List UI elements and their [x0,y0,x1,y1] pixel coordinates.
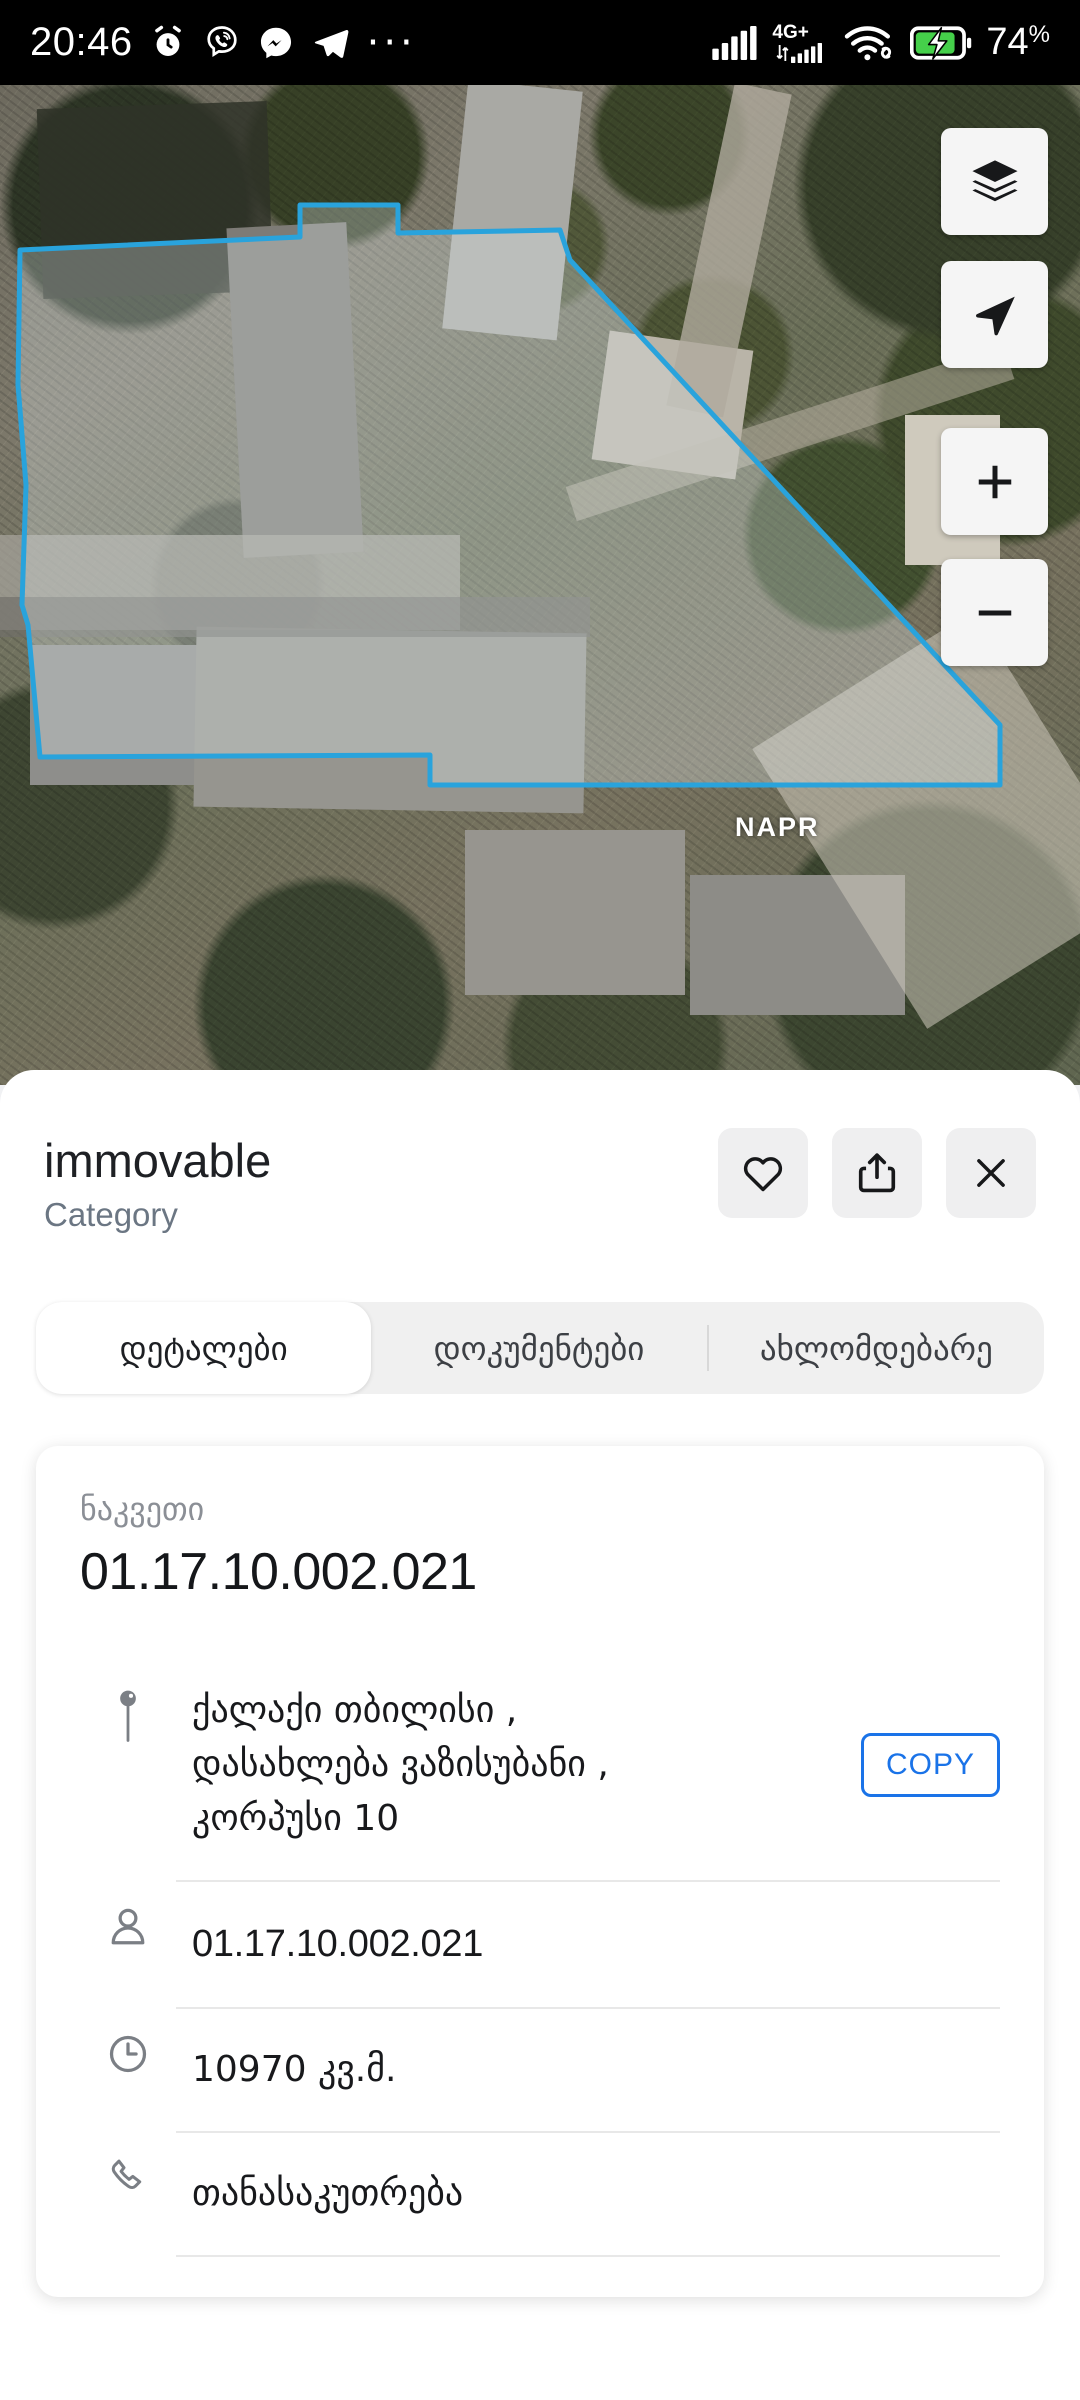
battery-charging-icon [910,25,972,60]
details-rows: ქალაქი თბილისი , დასახლება ვაზისუბანი , … [36,1664,1044,2258]
wifi-icon [844,24,896,62]
navigation-arrow-icon [975,296,1015,335]
row-area-body: 10970 კვ.მ. [176,2007,1000,2131]
layers-button[interactable] [941,128,1048,235]
status-bar-clock: 20:46 [30,20,133,64]
signal-bars-icon [712,25,758,60]
battery-percent-value: 74 [986,21,1029,63]
row-owner: 01.17.10.002.021 [36,1880,1044,2007]
zoom-in-button[interactable] [941,428,1048,535]
alarm-clock-icon [149,24,187,62]
page-title: immovable [44,1134,272,1187]
row-address: ქალაქი თბილისი , დასახლება ვაზისუბანი , … [36,1664,1044,1880]
battery-percent-label: 74% [986,21,1050,64]
messenger-icon [257,24,295,62]
tab-nearby[interactable]: ახლომდებარე [709,1302,1044,1394]
more-dots-icon: ··· [366,19,417,66]
zoom-out-button[interactable] [941,559,1048,666]
status-bar: 20:46 ··· 4G+ 74% [0,0,1080,85]
row-ownership-body: თანასაკუთრება [176,2131,1000,2255]
phone-icon [80,2131,176,2201]
close-button[interactable] [946,1128,1036,1218]
row-ownership: თანასაკუთრება [36,2131,1044,2255]
close-icon [977,1159,1005,1187]
owner-code-text: 01.17.10.002.021 [192,1923,484,1966]
plus-icon [978,465,1011,498]
parcel-polygon [15,202,1003,788]
telegram-icon [311,23,351,63]
clock-icon [80,2007,176,2077]
row-owner-body: 01.17.10.002.021 [176,1880,1000,2007]
satellite-map[interactable]: NAPR [0,85,1080,1085]
map-controls [941,128,1048,666]
app-screen: 20:46 ··· 4G+ 74% NAPR immovable Categor… [0,0,1080,2400]
page-subtitle: Category [44,1196,178,1234]
area-text: 10970 კვ.მ. [192,2049,397,2091]
favorite-button[interactable] [718,1128,808,1218]
locate-button[interactable] [941,261,1048,368]
status-bar-right: 4G+ 74% [712,21,1050,64]
row-address-body: ქალაქი თბილისი , დასახლება ვაზისუბანი , … [176,1664,1000,1880]
share-icon [858,1153,896,1193]
parcel-label: ნაკვეთი [80,1490,205,1529]
tab-bar: დეტალები დოკუმენტები ახლომდებარე [36,1302,1044,1395]
layers-icon [971,159,1018,201]
network-type-label: 4G+ [772,21,809,43]
viber-icon [203,24,241,62]
share-button[interactable] [832,1128,922,1218]
row-bottom-divider [176,2255,1000,2258]
tab-documents[interactable]: დოკუმენტები [371,1302,706,1394]
person-icon [80,1880,176,1950]
copy-button[interactable]: COPY [860,1733,1000,1798]
heart-icon [743,1157,783,1192]
map-pin-icon [80,1664,176,1744]
status-bar-left: 20:46 ··· [30,20,417,65]
sheet-titles: immovable Category [44,1128,718,1234]
detail-bottom-sheet: immovable Category დეტალები დოკუმენტები … [0,1070,1080,2400]
details-card: ნაკვეთი 01.17.10.002.021 ქალაქი თბილისი … [36,1446,1044,2298]
row-area: 10970 კვ.მ. [36,2007,1044,2131]
battery-percent-symbol: % [1028,21,1050,48]
header-actions [718,1128,1036,1218]
sheet-header: immovable Category [0,1070,1080,1234]
ownership-text: თანასაკუთრება [192,2173,464,2215]
address-text: ქალაქი თბილისი , დასახლება ვაზისუბანი , … [192,1690,609,1840]
minus-icon [978,610,1011,615]
mobile-data-icon: 4G+ [772,23,830,63]
tab-details[interactable]: დეტალები [36,1302,372,1395]
parcel-code: 01.17.10.002.021 [80,1543,477,1602]
